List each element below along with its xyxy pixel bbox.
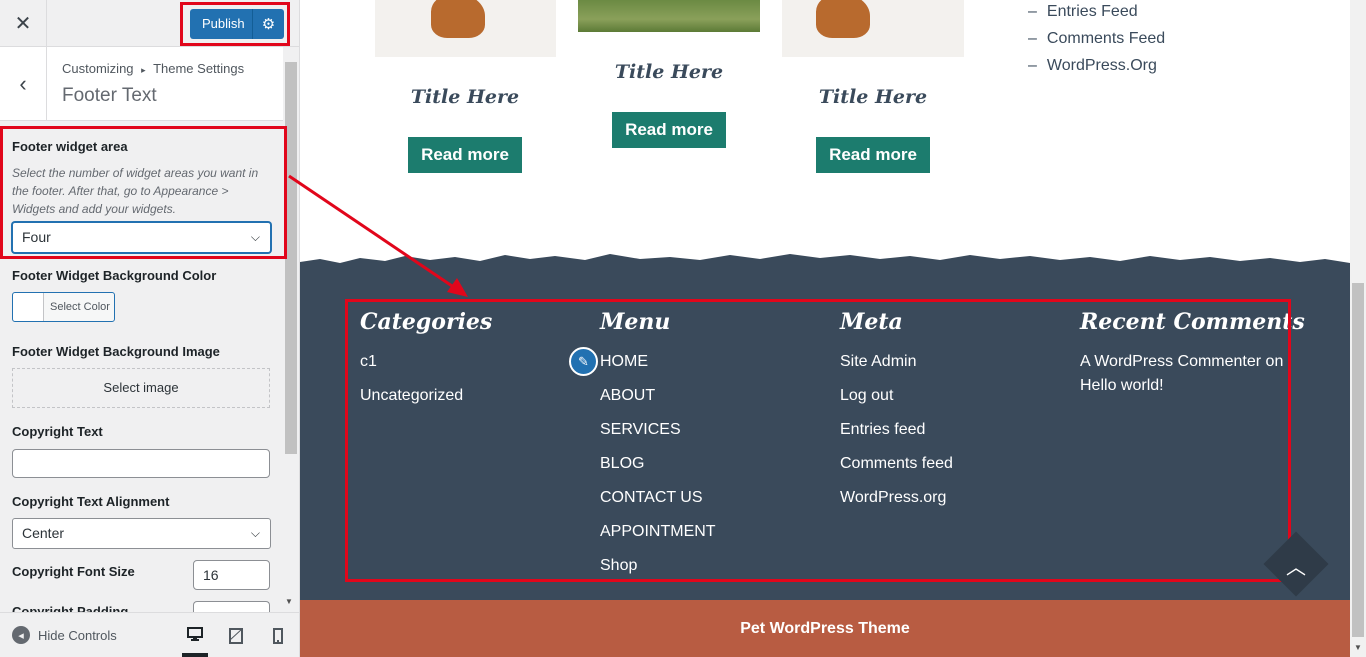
dog-image [816, 0, 870, 38]
section-title: Footer Text [62, 85, 157, 106]
post-title-2[interactable]: Title Here [578, 61, 760, 83]
copyright-text-label: Copyright Text [12, 424, 103, 439]
highlight-box-publish [180, 2, 290, 46]
footer-torn-edge [300, 254, 1350, 270]
hide-controls-icon: ◂ [12, 626, 30, 644]
copyright-text-input[interactable] [12, 449, 270, 478]
read-more-button-3[interactable]: Read more [816, 137, 930, 173]
select-color-button[interactable]: Select Color [12, 292, 115, 322]
copyright-alignment-label: Copyright Text Alignment [12, 494, 170, 509]
read-more-button-2[interactable]: Read more [612, 112, 726, 148]
desktop-preview-button[interactable] [182, 623, 208, 657]
copyright-bar: Pet WordPress Theme [300, 600, 1350, 657]
meta-link-wordpress[interactable]: – WordPress.Org [1028, 57, 1157, 75]
tablet-preview-button[interactable] [223, 623, 249, 649]
bg-color-label: Footer Widget Background Color [12, 268, 217, 283]
select-color-label: Select Color [50, 301, 110, 313]
highlight-box-widget-area [0, 126, 287, 259]
post-title-3[interactable]: Title Here [782, 86, 964, 108]
highlight-box-footer [345, 299, 1291, 582]
customizer-sidebar: ✕ Publish ⚙ ‹ Customizing ▸ Theme Settin… [0, 0, 300, 657]
dog-image [431, 0, 485, 38]
meta-link-entries[interactable]: – Entries Feed [1028, 3, 1138, 21]
close-customizer-button[interactable]: ✕ [0, 0, 47, 47]
breadcrumb: Customizing ▸ Theme Settings [62, 61, 244, 76]
read-more-button-1[interactable]: Read more [408, 137, 522, 173]
meta-link-comments[interactable]: – Comments Feed [1028, 30, 1165, 48]
desktop-icon [187, 627, 203, 641]
copyright-font-size-label: Copyright Font Size [12, 564, 135, 579]
copyright-alignment-value: Center [22, 525, 65, 541]
preview-scroll-down-icon[interactable]: ▼ [1354, 643, 1362, 652]
post-thumbnail-1[interactable] [375, 0, 556, 57]
tablet-icon [229, 628, 243, 644]
section-header: ‹ Customizing ▸ Theme Settings Footer Te… [0, 47, 283, 121]
copyright-alignment-select[interactable]: Center ⌵ [12, 518, 271, 549]
copyright-font-size-input[interactable]: 16 [193, 560, 270, 590]
chevron-left-icon: ‹ [19, 70, 27, 96]
hide-controls-button[interactable]: ◂ Hide Controls [12, 626, 117, 644]
breadcrumb-root: Customizing [62, 61, 134, 76]
copyright-padding-label: Copyright Padding [12, 604, 129, 612]
back-button[interactable]: ‹ [0, 47, 47, 120]
color-swatch [13, 293, 44, 321]
bg-image-label: Footer Widget Background Image [12, 344, 220, 359]
preview-scrollbar-thumb[interactable] [1352, 283, 1364, 637]
mobile-preview-button[interactable] [265, 623, 291, 649]
chevron-down-icon: ⌵ [250, 526, 260, 540]
customizer-footer: ◂ Hide Controls [0, 612, 299, 657]
chevron-up-icon: ︿ [1286, 557, 1306, 579]
scroll-down-arrow-icon[interactable]: ▼ [285, 597, 293, 606]
mobile-icon [273, 628, 283, 644]
hide-controls-label: Hide Controls [38, 627, 117, 643]
post-title-1[interactable]: Title Here [374, 86, 556, 108]
post-thumbnail-3[interactable] [782, 0, 964, 57]
post-thumbnail-2[interactable] [578, 0, 760, 32]
grass-image [578, 0, 760, 32]
breadcrumb-section: Theme Settings [153, 61, 245, 76]
close-icon: ✕ [14, 13, 32, 35]
select-image-button[interactable]: Select image [12, 368, 270, 408]
breadcrumb-separator: ▸ [141, 65, 146, 75]
